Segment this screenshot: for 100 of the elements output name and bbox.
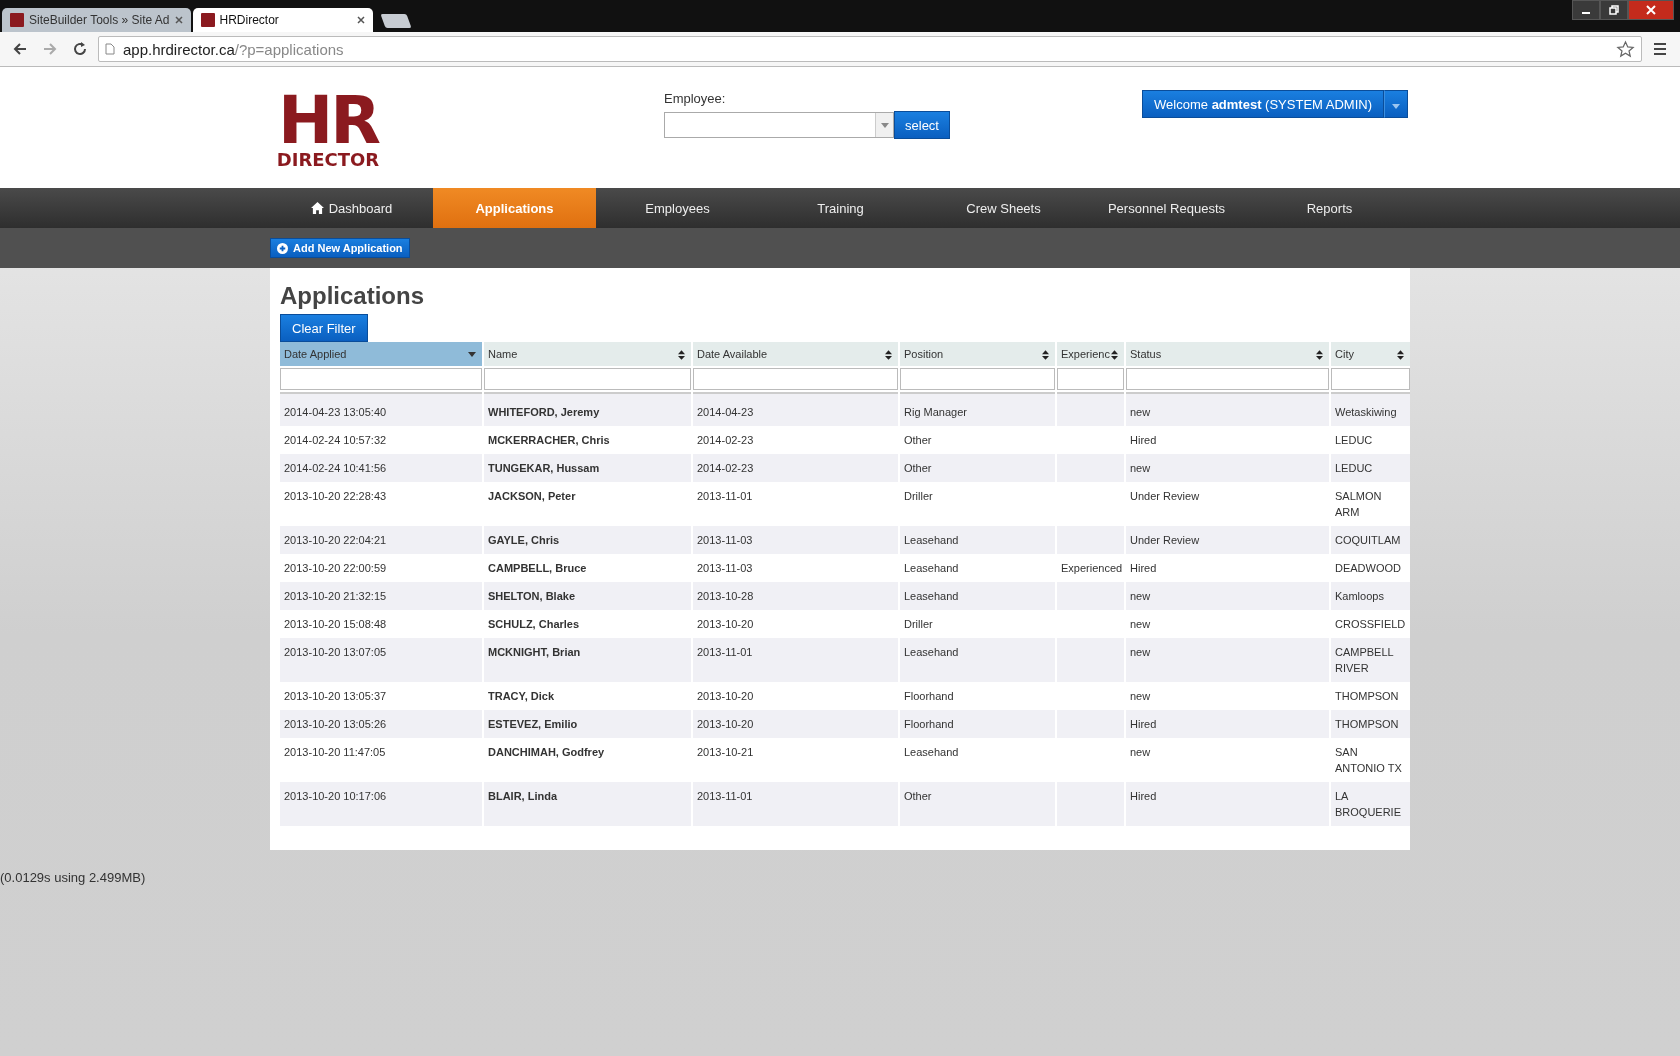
clear-filter-button[interactable]: Clear Filter — [280, 314, 368, 342]
user-menu-toggle[interactable] — [1384, 90, 1408, 118]
nav-tab[interactable]: Employees — [596, 188, 759, 228]
user-menu-button[interactable]: Welcome admtest (SYSTEM ADMIN) — [1142, 90, 1384, 118]
caret-icon — [1392, 103, 1400, 109]
table-cell: Leasehand — [904, 562, 959, 574]
table-cell: 2013-10-20 10:17:06 — [284, 790, 387, 802]
table-cell: Other — [904, 462, 932, 474]
sort-icon — [1316, 350, 1323, 360]
select-button[interactable]: select — [894, 111, 950, 139]
column-header[interactable]: Date Available — [693, 342, 898, 366]
table-cell: Leasehand — [904, 646, 959, 658]
table-cell: TUNGEKAR, Hussam — [488, 462, 600, 474]
filter-field[interactable] — [1126, 368, 1329, 390]
table-cell: DANCHIMAH, Godfrey — [488, 746, 605, 758]
address-bar[interactable]: app.hrdirector.ca/?p=applications — [98, 36, 1642, 62]
table-cell: CROSSFIELD — [1335, 618, 1406, 630]
nav-tab[interactable]: Crew Sheets — [922, 188, 1085, 228]
browser-tab-title: SiteBuilder Tools » Site Ad — [29, 13, 170, 27]
filter-field[interactable] — [484, 368, 691, 390]
table-cell: ESTEVEZ, Emilio — [488, 718, 578, 730]
column-header[interactable]: Position — [900, 342, 1055, 366]
column-header[interactable]: City — [1331, 342, 1410, 366]
filter-field[interactable] — [693, 368, 898, 390]
table-cell: Kamloops — [1335, 590, 1384, 602]
filter-field[interactable] — [1331, 368, 1410, 390]
table-cell: 2013-11-01 — [697, 646, 753, 658]
table-cell: 2013-10-20 21:32:15 — [284, 590, 387, 602]
nav-tab[interactable]: Dashboard — [270, 188, 433, 228]
table-cell: CAMPBELL RIVER — [1335, 646, 1394, 674]
table-cell: Experienced — [1061, 562, 1123, 574]
favicon-icon — [10, 13, 24, 27]
close-icon[interactable] — [174, 16, 183, 24]
menu-icon[interactable] — [1652, 41, 1668, 57]
new-tab-button[interactable] — [380, 14, 412, 28]
nav-tab[interactable]: Training — [759, 188, 922, 228]
reload-icon[interactable] — [72, 41, 88, 57]
table-cell: Wetaskiwing — [1335, 406, 1397, 418]
minimize-icon[interactable] — [1572, 0, 1600, 20]
close-icon[interactable] — [1628, 0, 1674, 20]
table-cell: SALMON ARM — [1335, 490, 1382, 518]
table-cell: 2013-10-20 15:08:48 — [284, 618, 387, 630]
nav-tab[interactable]: Personnel Requests — [1085, 188, 1248, 228]
table-cell: Driller — [904, 618, 933, 630]
table-cell: 2013-10-20 — [697, 718, 754, 730]
table-cell: THOMPSON — [1335, 718, 1399, 730]
table-cell: Floorhand — [904, 718, 954, 730]
table-cell: LA BROQUERIE — [1335, 790, 1401, 818]
table-cell: 2013-10-21 — [697, 746, 754, 758]
browser-tab[interactable]: HRDirector — [192, 8, 373, 32]
table-cell: new — [1130, 690, 1151, 702]
table-cell: Hired — [1130, 434, 1157, 446]
page-title: Applications — [280, 282, 425, 310]
table-cell: GAYLE, Chris — [488, 534, 560, 546]
table-cell: Hired — [1130, 790, 1157, 802]
bookmark-star-icon[interactable] — [1616, 39, 1635, 59]
logo[interactable]: HR DIRECTOR — [276, 92, 380, 170]
table-cell: SAN ANTONIO TX — [1335, 746, 1402, 774]
sort-icon — [1397, 350, 1404, 360]
sort-descending-icon — [468, 352, 476, 357]
add-application-button[interactable]: Add New Application — [270, 238, 410, 258]
table-cell: 2013-10-20 13:05:26 — [284, 718, 387, 730]
column-header[interactable]: Experienc — [1057, 342, 1124, 366]
table-cell: 2014-02-24 10:57:32 — [284, 434, 387, 446]
table-cell: Other — [904, 434, 932, 446]
table-cell: 2013-10-20 — [697, 690, 754, 702]
column-header[interactable]: Name — [484, 342, 691, 366]
browser-tab[interactable]: SiteBuilder Tools » Site Ad — [2, 8, 191, 32]
caret-icon — [880, 122, 889, 128]
sort-icon — [678, 350, 685, 360]
table-cell: 2013-10-20 22:28:43 — [284, 490, 387, 502]
employee-label: Employee: — [664, 91, 727, 106]
table-cell: 2013-10-20 13:05:37 — [284, 690, 387, 702]
restore-icon[interactable] — [1600, 0, 1628, 20]
filter-field[interactable] — [900, 368, 1055, 390]
table-cell: 2014-04-23 13:05:40 — [284, 406, 387, 418]
sort-icon — [1042, 350, 1049, 360]
close-icon[interactable] — [356, 16, 365, 24]
back-icon[interactable] — [12, 41, 28, 57]
browser-tab-title: HRDirector — [219, 13, 280, 27]
table-cell: 2013-10-28 — [697, 590, 754, 602]
table-cell: 2013-10-20 — [697, 618, 754, 630]
nav-tab[interactable]: Reports — [1248, 188, 1411, 228]
sort-icon — [885, 350, 892, 360]
table-cell: Under Review — [1130, 534, 1200, 546]
table-cell: BLAIR, Linda — [488, 790, 558, 802]
table-cell: TRACY, Dick — [488, 690, 555, 702]
column-header[interactable]: Status — [1126, 342, 1329, 366]
table-cell: 2014-02-24 10:41:56 — [284, 462, 387, 474]
filter-field[interactable] — [280, 368, 482, 390]
table-cell: 2013-10-20 22:00:59 — [284, 562, 387, 574]
favicon-icon — [200, 13, 215, 27]
table-cell: DEADWOOD — [1335, 562, 1401, 574]
filter-field[interactable] — [1057, 368, 1124, 390]
table-cell: Leasehand — [904, 534, 959, 546]
table-cell: 2013-11-03 — [697, 534, 753, 546]
url-text: app.hrdirector.ca/?p=applications — [123, 40, 345, 58]
employee-dropdown[interactable] — [664, 112, 894, 138]
table-cell: Rig Manager — [904, 406, 967, 418]
column-header[interactable]: Date Applied — [280, 342, 482, 366]
